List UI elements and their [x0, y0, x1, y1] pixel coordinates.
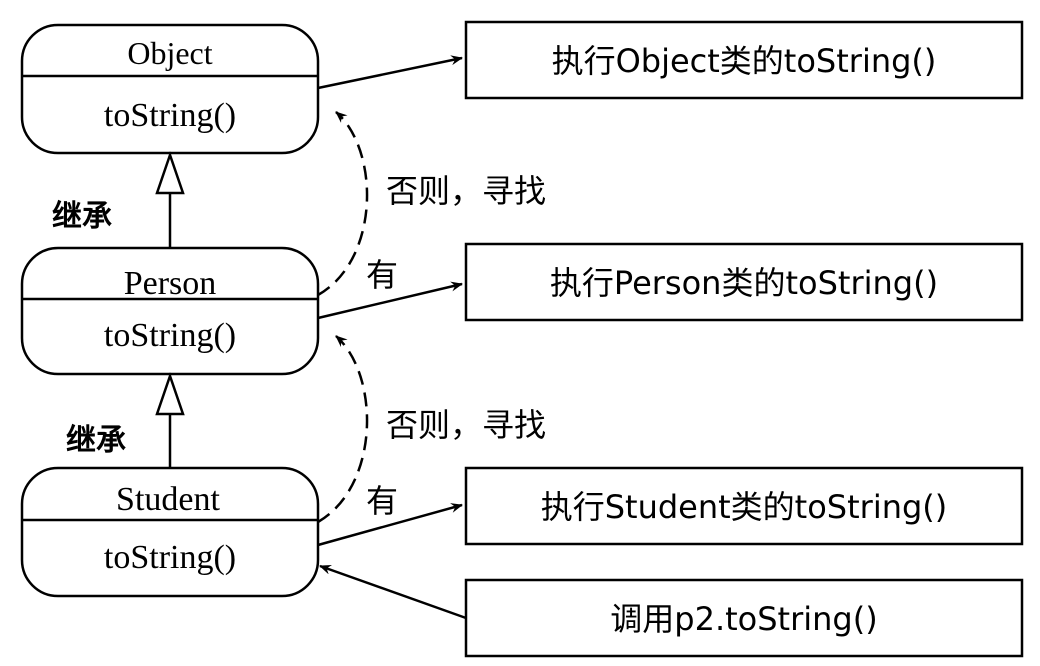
student-class-method: toString() — [104, 539, 236, 576]
person-class-method: toString() — [104, 317, 236, 354]
has-label-person: 有 — [366, 256, 398, 294]
person-class-name: Person — [124, 265, 217, 302]
inheritance-diagram: Object toString() Person toString() Stud… — [20, 20, 1024, 658]
result-text-student: 执行Student类的toString() — [541, 488, 948, 526]
student-class-box: Student toString() — [20, 466, 320, 598]
inheritance-label-lower: 继承 — [66, 423, 126, 458]
object-class-box: Object toString() — [20, 23, 320, 155]
result-box-object: 执行Object类的toString() — [464, 20, 1024, 100]
inheritance-arrow-student-person — [155, 372, 185, 468]
lookup-arrow-student-to-person — [317, 335, 369, 524]
object-class-method: toString() — [104, 97, 236, 134]
result-text-object: 执行Object类的toString() — [552, 42, 937, 80]
result-box-student: 执行Student类的toString() — [464, 466, 1024, 546]
inheritance-label-upper: 继承 — [52, 199, 112, 234]
lookup-label-lower: 否则，寻找 — [386, 406, 546, 444]
inheritance-arrow-person-object — [155, 151, 185, 248]
object-class-name: Object — [127, 35, 212, 71]
has-label-student: 有 — [366, 482, 398, 520]
person-class-box: Person toString() — [20, 246, 320, 376]
arrow-object-to-result — [317, 55, 463, 90]
call-box: 调用p2.toString() — [464, 578, 1024, 658]
call-text: 调用p2.toString() — [610, 600, 877, 638]
result-text-person: 执行Person类的toString() — [550, 264, 938, 302]
arrow-call-to-student — [319, 564, 467, 620]
lookup-arrow-person-to-object — [317, 111, 369, 297]
student-class-name: Student — [116, 481, 220, 518]
result-box-person: 执行Person类的toString() — [464, 242, 1024, 322]
lookup-label-upper: 否则，寻找 — [386, 172, 546, 210]
